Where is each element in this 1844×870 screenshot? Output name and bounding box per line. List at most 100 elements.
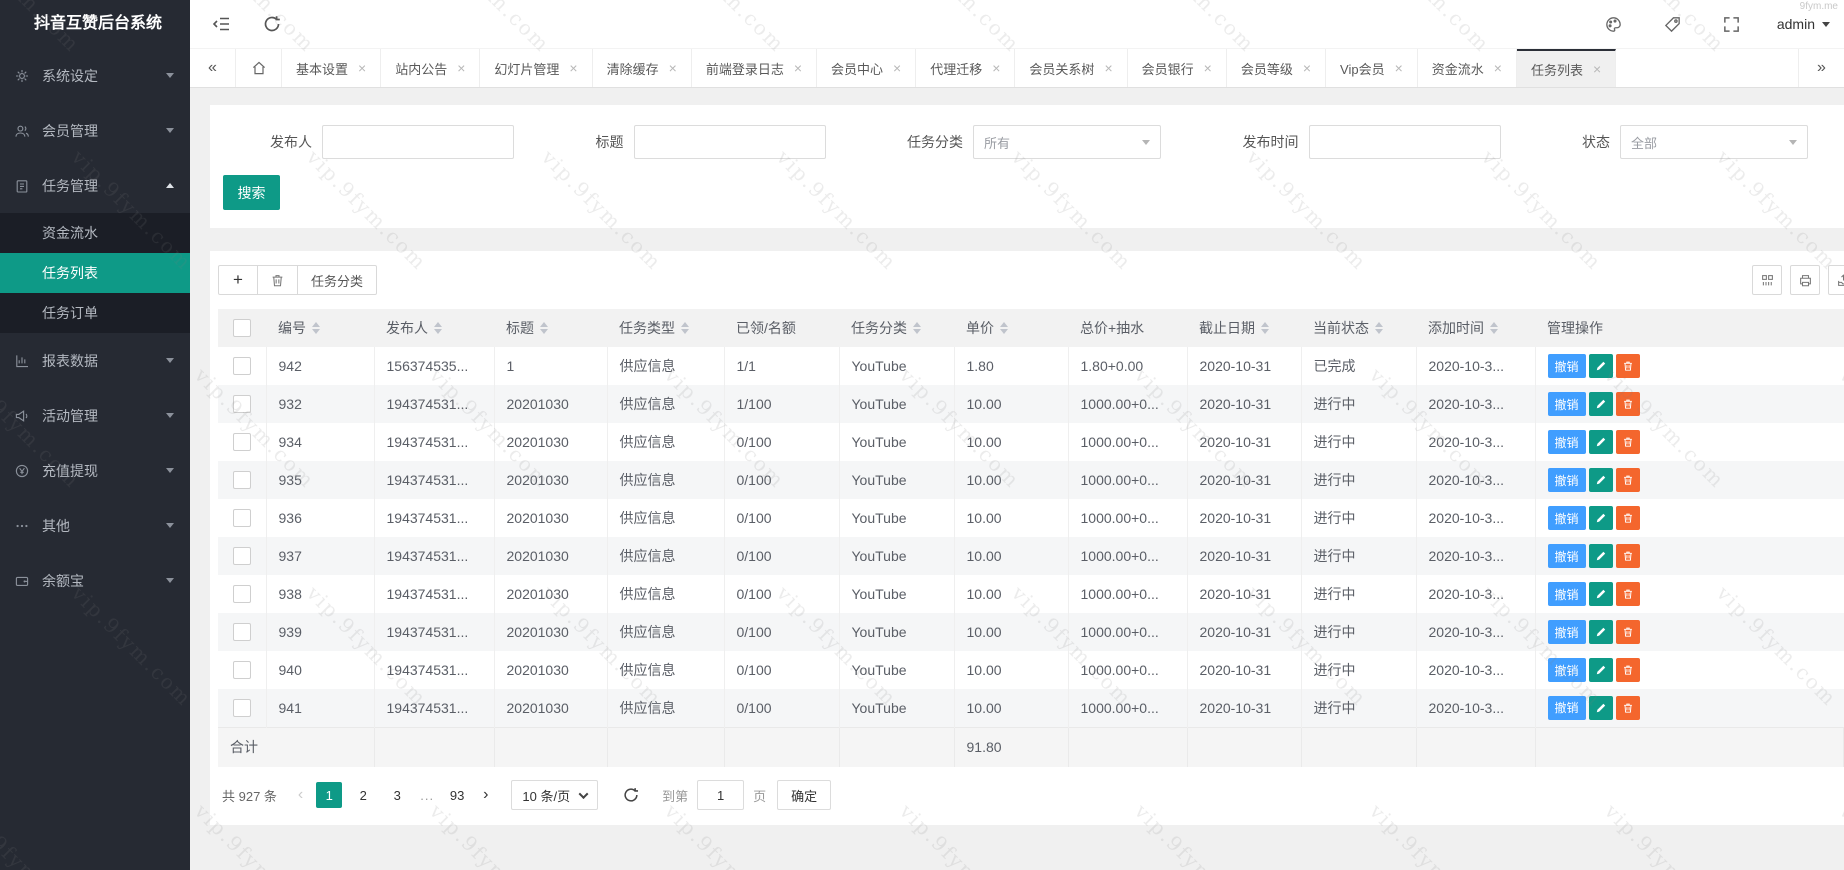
tabs-overflow-button[interactable]: » bbox=[1798, 49, 1844, 87]
export-button[interactable] bbox=[1828, 265, 1844, 295]
row-checkbox[interactable] bbox=[233, 661, 251, 679]
row-checkbox[interactable] bbox=[233, 357, 251, 375]
revoke-button[interactable]: 撤销 bbox=[1548, 430, 1586, 454]
publish-time-input[interactable] bbox=[1309, 125, 1501, 159]
sort-icon[interactable] bbox=[312, 322, 320, 334]
column-header-deadline[interactable]: 截止日期 bbox=[1187, 309, 1301, 347]
revoke-button[interactable]: 撤销 bbox=[1548, 392, 1586, 416]
sort-icon[interactable] bbox=[1490, 322, 1498, 334]
tab-close-icon[interactable]: × bbox=[893, 61, 901, 75]
page-size-select[interactable]: 10 条/页 bbox=[511, 780, 598, 810]
edit-button[interactable] bbox=[1589, 696, 1613, 720]
goto-page-input[interactable] bbox=[697, 780, 744, 810]
delete-row-button[interactable] bbox=[1616, 696, 1640, 720]
sort-icon[interactable] bbox=[681, 322, 689, 334]
delete-row-button[interactable] bbox=[1616, 468, 1640, 492]
reload-table-icon[interactable] bbox=[622, 786, 640, 804]
next-page-button[interactable]: › bbox=[483, 786, 488, 804]
home-tab[interactable] bbox=[236, 49, 282, 87]
row-checkbox[interactable] bbox=[233, 471, 251, 489]
edit-button[interactable] bbox=[1589, 544, 1613, 568]
delete-row-button[interactable] bbox=[1616, 430, 1640, 454]
task-category-select[interactable]: 所有 bbox=[973, 125, 1161, 159]
page-2[interactable]: 2 bbox=[350, 782, 376, 808]
delete-row-button[interactable] bbox=[1616, 506, 1640, 530]
tab-member-bank[interactable]: 会员银行× bbox=[1128, 49, 1227, 87]
add-task-button[interactable]: + bbox=[218, 265, 258, 295]
status-select[interactable]: 全部 bbox=[1620, 125, 1808, 159]
user-menu[interactable]: admin bbox=[1777, 16, 1830, 32]
collapse-sidebar-icon[interactable] bbox=[212, 14, 232, 34]
tab-member-level[interactable]: 会员等级× bbox=[1227, 49, 1326, 87]
title-input[interactable] bbox=[634, 125, 826, 159]
refresh-icon[interactable] bbox=[262, 14, 282, 34]
edit-button[interactable] bbox=[1589, 506, 1613, 530]
edit-button[interactable] bbox=[1589, 620, 1613, 644]
tab-close-icon[interactable]: × bbox=[1494, 61, 1502, 75]
row-checkbox[interactable] bbox=[233, 699, 251, 717]
sidebar-item-other[interactable]: 其他 bbox=[0, 498, 190, 553]
tag-icon[interactable] bbox=[1663, 15, 1682, 34]
tab-close-icon[interactable]: × bbox=[457, 61, 465, 75]
revoke-button[interactable]: 撤销 bbox=[1548, 582, 1586, 606]
prev-page-button[interactable]: ‹ bbox=[298, 786, 303, 804]
tabs-scroll-left-button[interactable]: « bbox=[190, 49, 236, 87]
tab-close-icon[interactable]: × bbox=[794, 61, 802, 75]
tab-task-list[interactable]: 任务列表× bbox=[1517, 49, 1616, 87]
confirm-button[interactable]: 确定 bbox=[777, 780, 831, 810]
tab-slideshow-management[interactable]: 幻灯片管理× bbox=[480, 49, 592, 87]
page-93[interactable]: 93 bbox=[444, 782, 470, 808]
columns-toggle-button[interactable] bbox=[1752, 265, 1782, 295]
sidebar-item-yuebao[interactable]: 余额宝 bbox=[0, 553, 190, 608]
sort-icon[interactable] bbox=[1000, 322, 1008, 334]
fullscreen-icon[interactable] bbox=[1722, 15, 1741, 34]
sidebar-item-report-data[interactable]: 报表数据 bbox=[0, 333, 190, 388]
tab-frontend-login-log[interactable]: 前端登录日志× bbox=[692, 49, 817, 87]
revoke-button[interactable]: 撤销 bbox=[1548, 544, 1586, 568]
column-header-category[interactable]: 任务分类 bbox=[839, 309, 954, 347]
tab-basic-settings[interactable]: 基本设置× bbox=[282, 49, 381, 87]
row-checkbox[interactable] bbox=[233, 395, 251, 413]
row-checkbox[interactable] bbox=[233, 547, 251, 565]
tab-close-icon[interactable]: × bbox=[1204, 61, 1212, 75]
row-checkbox[interactable] bbox=[233, 623, 251, 641]
column-header-title[interactable]: 标题 bbox=[494, 309, 607, 347]
edit-button[interactable] bbox=[1589, 468, 1613, 492]
column-header-task_type[interactable]: 任务类型 bbox=[607, 309, 724, 347]
delete-row-button[interactable] bbox=[1616, 658, 1640, 682]
sidebar-subitem-task-orders[interactable]: 任务订单 bbox=[0, 293, 190, 333]
sidebar-subitem-fund-flow[interactable]: 资金流水 bbox=[0, 213, 190, 253]
tab-agent-migration[interactable]: 代理迁移× bbox=[916, 49, 1015, 87]
row-checkbox[interactable] bbox=[233, 585, 251, 603]
delete-row-button[interactable] bbox=[1616, 354, 1640, 378]
sort-icon[interactable] bbox=[1261, 322, 1269, 334]
revoke-button[interactable]: 撤销 bbox=[1548, 658, 1586, 682]
tab-vip-member[interactable]: Vip会员× bbox=[1326, 49, 1418, 87]
column-header-publisher[interactable]: 发布人 bbox=[374, 309, 494, 347]
column-header-id[interactable]: 编号 bbox=[266, 309, 374, 347]
tab-member-center[interactable]: 会员中心× bbox=[817, 49, 916, 87]
sort-icon[interactable] bbox=[1375, 322, 1383, 334]
edit-button[interactable] bbox=[1589, 582, 1613, 606]
revoke-button[interactable]: 撤销 bbox=[1548, 468, 1586, 492]
revoke-button[interactable]: 撤销 bbox=[1548, 696, 1586, 720]
revoke-button[interactable]: 撤销 bbox=[1548, 354, 1586, 378]
sort-icon[interactable] bbox=[540, 322, 548, 334]
row-checkbox[interactable] bbox=[233, 509, 251, 527]
tab-clear-cache[interactable]: 清除缓存× bbox=[593, 49, 692, 87]
tab-close-icon[interactable]: × bbox=[1104, 61, 1112, 75]
tab-close-icon[interactable]: × bbox=[1303, 61, 1311, 75]
edit-button[interactable] bbox=[1589, 354, 1613, 378]
select-all-checkbox[interactable] bbox=[233, 319, 251, 337]
column-header-price[interactable]: 单价 bbox=[954, 309, 1068, 347]
column-header-status[interactable]: 当前状态 bbox=[1301, 309, 1416, 347]
tab-close-icon[interactable]: × bbox=[992, 61, 1000, 75]
tab-close-icon[interactable]: × bbox=[1395, 61, 1403, 75]
sidebar-item-member-management[interactable]: 会员管理 bbox=[0, 103, 190, 158]
row-checkbox[interactable] bbox=[233, 433, 251, 451]
delete-row-button[interactable] bbox=[1616, 620, 1640, 644]
page-3[interactable]: 3 bbox=[384, 782, 410, 808]
theme-palette-icon[interactable] bbox=[1604, 15, 1623, 34]
sidebar-item-recharge-withdraw[interactable]: 充值提现 bbox=[0, 443, 190, 498]
print-button[interactable] bbox=[1790, 265, 1820, 295]
